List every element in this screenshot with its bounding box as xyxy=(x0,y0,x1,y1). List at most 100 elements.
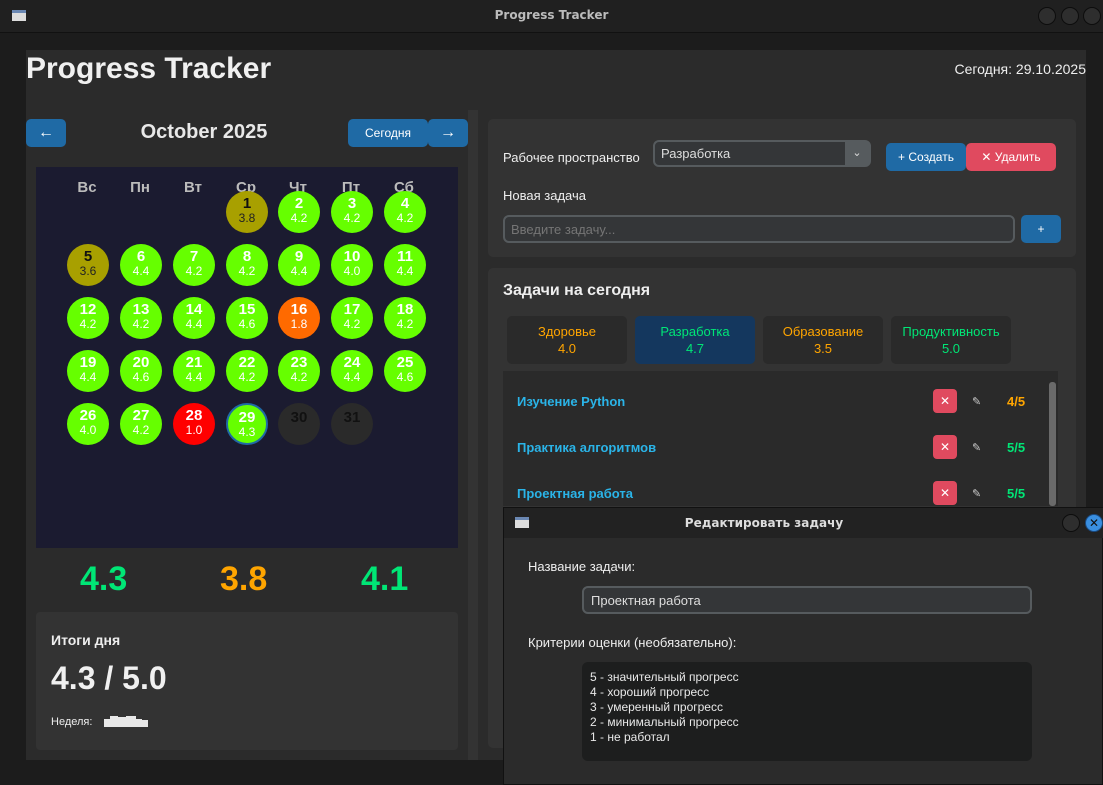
window-title: Progress Tracker xyxy=(494,8,609,22)
calendar-day[interactable]: 4 4.2 xyxy=(384,191,426,233)
tab-development[interactable]: Разработка 4.7 xyxy=(635,316,755,364)
calendar-day[interactable]: 25 4.6 xyxy=(384,350,426,392)
stat-today: 4.3 xyxy=(80,560,128,598)
chevron-down-icon[interactable]: ⌄ xyxy=(845,142,869,165)
calendar-day[interactable]: 3 4.2 xyxy=(331,191,373,233)
calendar-day[interactable]: 7 4.2 xyxy=(173,244,215,286)
page-title: Progress Tracker xyxy=(26,52,272,85)
day-number: 29 xyxy=(238,409,256,426)
edit-icon[interactable]: ✎ xyxy=(972,487,981,500)
calendar-day[interactable]: 31 xyxy=(331,403,373,445)
delete-task-button[interactable]: ✕ xyxy=(933,481,957,505)
dialog-close-icon[interactable]: ✕ xyxy=(1085,514,1103,532)
criteria-line: 5 - значительный прогресс xyxy=(590,670,739,684)
calendar-day[interactable]: 24 4.4 xyxy=(331,350,373,392)
calendar-day[interactable]: 27 4.2 xyxy=(120,403,162,445)
day-score: 4.2 xyxy=(238,370,256,384)
day-number: 12 xyxy=(79,301,97,318)
category-name: Разработка xyxy=(660,324,730,339)
day-score: 4.4 xyxy=(396,264,414,278)
create-workspace-button[interactable]: + Создать xyxy=(886,143,966,171)
calendar-day[interactable]: 13 4.2 xyxy=(120,297,162,339)
calendar-day[interactable]: 21 4.4 xyxy=(173,350,215,392)
calendar-day[interactable]: 22 4.2 xyxy=(226,350,268,392)
next-month-button[interactable]: → xyxy=(428,119,468,147)
category-score: 5.0 xyxy=(941,341,961,356)
day-score: 1.8 xyxy=(290,317,308,331)
day-score: 4.0 xyxy=(343,264,361,278)
delete-task-button[interactable]: ✕ xyxy=(933,389,957,413)
day-number: 26 xyxy=(79,407,97,424)
calendar-day[interactable]: 16 1.8 xyxy=(278,297,320,339)
dialog-minimize-button[interactable] xyxy=(1062,514,1080,532)
day-score: 4.2 xyxy=(396,317,414,331)
calendar-day[interactable]: 26 4.0 xyxy=(67,403,109,445)
delete-task-button[interactable]: ✕ xyxy=(933,435,957,459)
calendar-day[interactable]: 15 4.6 xyxy=(226,297,268,339)
task-list-scrollbar[interactable] xyxy=(1049,382,1056,506)
tab-education[interactable]: Образование 3.5 xyxy=(763,316,883,364)
new-task-label: Новая задача xyxy=(503,188,586,203)
calendar-day[interactable]: 19 4.4 xyxy=(67,350,109,392)
calendar-day[interactable]: 2 4.2 xyxy=(278,191,320,233)
day-score: 4.4 xyxy=(132,264,150,278)
weekday-header: Вт xyxy=(184,179,202,196)
calendar-day[interactable]: 20 4.6 xyxy=(120,350,162,392)
today-button[interactable]: Сегодня xyxy=(348,119,428,147)
calendar-day[interactable]: 8 4.2 xyxy=(226,244,268,286)
maximize-button[interactable] xyxy=(1061,7,1079,25)
day-score: 3.8 xyxy=(238,211,256,225)
calendar-day[interactable]: 30 xyxy=(278,403,320,445)
category-name: Образование xyxy=(782,324,864,339)
criteria-line: 4 - хороший прогресс xyxy=(590,685,710,699)
task-name[interactable]: Изучение Python xyxy=(517,394,625,409)
day-number: 18 xyxy=(396,301,414,318)
day-number: 8 xyxy=(242,248,252,265)
delete-workspace-button[interactable]: ✕ Удалить xyxy=(966,143,1056,171)
close-button[interactable] xyxy=(1083,7,1101,25)
day-score: 4.0 xyxy=(79,423,97,437)
add-task-button[interactable]: + xyxy=(1021,215,1061,243)
calendar-day[interactable]: 10 4.0 xyxy=(331,244,373,286)
day-number: 23 xyxy=(290,354,308,371)
day-number: 22 xyxy=(238,354,256,371)
day-score: 4.2 xyxy=(132,317,150,331)
calendar-day[interactable]: 14 4.4 xyxy=(173,297,215,339)
task-score: 5/5 xyxy=(1007,486,1026,501)
prev-month-button[interactable]: ← xyxy=(26,119,66,147)
left-scrollbar[interactable] xyxy=(468,110,478,760)
day-number: 15 xyxy=(238,301,256,318)
workspace-select[interactable]: Разработка ⌄ xyxy=(653,140,871,167)
task-name[interactable]: Проектная работа xyxy=(517,486,633,501)
day-score: 4.4 xyxy=(343,370,361,384)
window-titlebar: Progress Tracker xyxy=(0,0,1103,33)
month-label: October 2025 xyxy=(140,121,268,143)
edit-icon[interactable]: ✎ xyxy=(972,441,981,454)
category-name: Продуктивность xyxy=(902,324,1000,339)
calendar-day[interactable]: 1 3.8 xyxy=(226,191,268,233)
calendar-day[interactable]: 6 4.4 xyxy=(120,244,162,286)
calendar-day[interactable]: 12 4.2 xyxy=(67,297,109,339)
category-score: 4.0 xyxy=(557,341,577,356)
calendar-day[interactable]: 17 4.2 xyxy=(331,297,373,339)
day-number: 13 xyxy=(132,301,150,318)
calendar-day[interactable]: 28 1.0 xyxy=(173,403,215,445)
edit-icon[interactable]: ✎ xyxy=(972,395,981,408)
calendar-day[interactable]: 18 4.2 xyxy=(384,297,426,339)
tab-productivity[interactable]: Продуктивность 5.0 xyxy=(891,316,1011,364)
day-number: 28 xyxy=(185,407,203,424)
calendar-day[interactable]: 11 4.4 xyxy=(384,244,426,286)
calendar-day[interactable]: 9 4.4 xyxy=(278,244,320,286)
calendar-day[interactable]: 23 4.2 xyxy=(278,350,320,392)
new-task-input[interactable] xyxy=(503,215,1015,243)
calendar-day[interactable]: 5 3.6 xyxy=(67,244,109,286)
tasks-title: Задачи на сегодня xyxy=(503,282,651,299)
day-score: 4.2 xyxy=(79,317,97,331)
tab-health[interactable]: Здоровье 4.0 xyxy=(507,316,627,364)
criteria-line: 2 - минимальный прогресс xyxy=(590,715,739,729)
calendar-day[interactable]: 29 4.3 xyxy=(226,403,268,445)
minimize-button[interactable] xyxy=(1038,7,1056,25)
task-name[interactable]: Практика алгоритмов xyxy=(517,440,656,455)
criteria-textbox[interactable]: 5 - значительный прогресс 4 - хороший пр… xyxy=(582,662,1032,761)
task-name-field[interactable]: Проектная работа xyxy=(582,586,1032,614)
